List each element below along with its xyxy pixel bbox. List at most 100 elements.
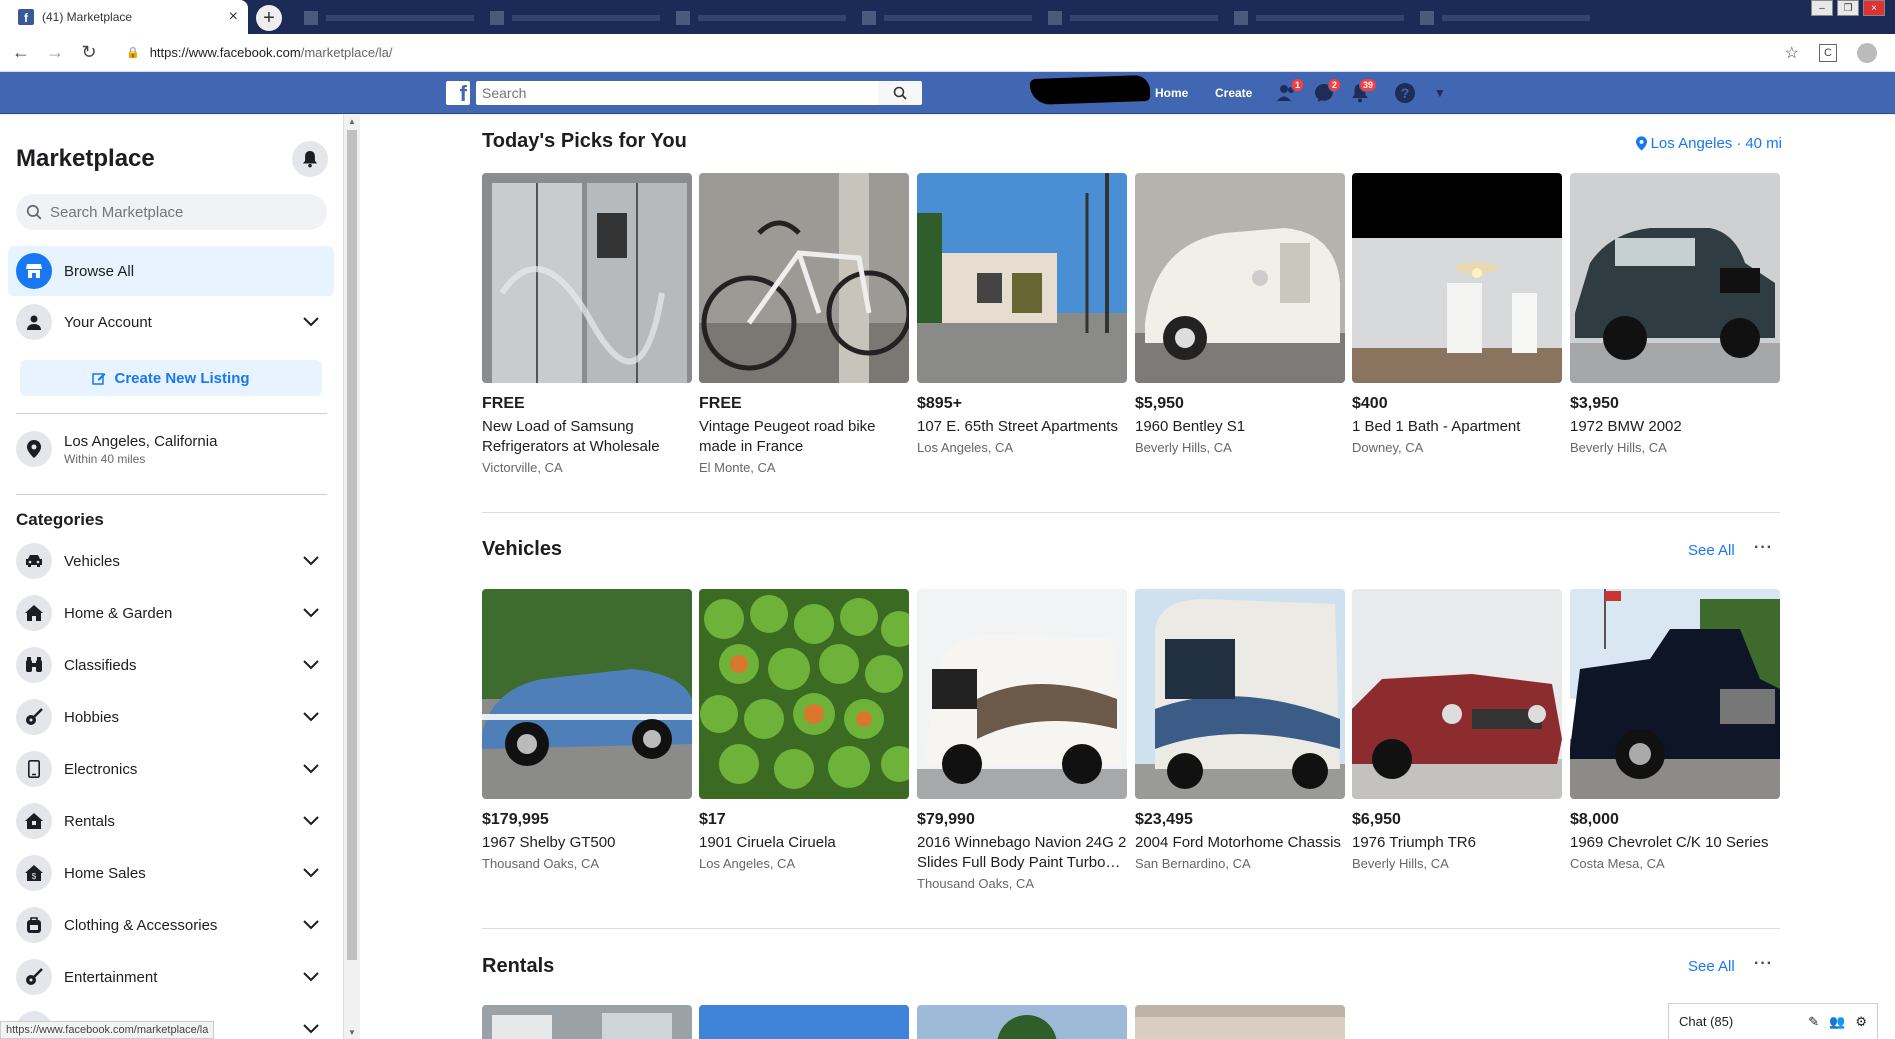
extension-icon[interactable]: C (1819, 43, 1837, 62)
listing-card[interactable] (482, 1005, 692, 1039)
account-menu-chevron-icon[interactable]: ▼ (1434, 86, 1446, 100)
sidebar-item-entertainment[interactable]: Entertainment (8, 952, 334, 1002)
listing-card[interactable] (699, 1005, 909, 1039)
listing-photo-winnebago[interactable] (917, 589, 1127, 799)
chevron-down-icon[interactable] (296, 608, 326, 618)
chevron-down-icon[interactable] (296, 660, 326, 670)
rentals-more-options-icon[interactable]: ··· (1754, 955, 1773, 973)
browser-tab[interactable] (482, 6, 668, 30)
home-link[interactable]: Home (1155, 86, 1188, 100)
sidebar-item-vehicles[interactable]: Vehicles (8, 536, 334, 586)
listing-photo-bmw[interactable] (1570, 173, 1780, 383)
location-selector[interactable]: Los Angeles, California Within 40 miles (16, 431, 217, 467)
sidebar-scrollbar-thumb[interactable] (347, 130, 357, 960)
bookmark-star-icon[interactable]: ☆ (1785, 43, 1799, 63)
listing-card[interactable]: $5,950 1960 Bentley S1 Beverly Hills, CA (1135, 173, 1345, 455)
sidebar-item-classifieds[interactable]: Classifieds (8, 640, 334, 690)
search-button[interactable] (878, 81, 922, 105)
browser-tab[interactable] (296, 6, 482, 30)
chevron-down-icon[interactable] (296, 764, 326, 774)
back-icon[interactable]: ← (8, 40, 34, 66)
listing-card[interactable]: $8,000 1969 Chevrolet C/K 10 Series Cost… (1570, 589, 1780, 871)
listing-card[interactable]: FREE Vintage Peugeot road bike made in F… (699, 173, 909, 475)
listing-card[interactable]: $17 1901 Ciruela Ciruela Los Angeles, CA (699, 589, 909, 871)
listing-card[interactable]: $179,995 1967 Shelby GT500 Thousand Oaks… (482, 589, 692, 871)
listing-photo-ciruela[interactable] (699, 589, 909, 799)
new-tab-button[interactable]: + (256, 5, 282, 31)
scroll-up-arrow-icon[interactable]: ▲ (348, 117, 356, 126)
feed-location-link[interactable]: Los Angeles · 40 mi (1635, 135, 1782, 152)
marketplace-notifications-button[interactable] (292, 141, 328, 177)
listing-card[interactable]: $23,495 2004 Ford Motorhome Chassis San … (1135, 589, 1345, 871)
listing-photo-rental[interactable] (917, 1005, 1127, 1039)
gear-icon[interactable]: ⚙ (1855, 1014, 1867, 1030)
listing-photo-chevrolet[interactable] (1570, 589, 1780, 799)
listing-photo-motorhome[interactable] (1135, 589, 1345, 799)
group-icon[interactable]: 👥 (1829, 1014, 1845, 1030)
sidebar-item-clothing-accessories[interactable]: Clothing & Accessories (8, 900, 334, 950)
chevron-down-icon[interactable] (296, 972, 326, 982)
listing-photo-triumph[interactable] (1352, 589, 1562, 799)
chevron-down-icon[interactable] (296, 556, 326, 566)
chevron-down-icon[interactable] (296, 317, 326, 327)
forward-icon[interactable]: → (42, 40, 68, 66)
browser-tab[interactable] (668, 6, 854, 30)
profile-avatar-icon[interactable] (1857, 42, 1877, 63)
vehicles-more-options-icon[interactable]: ··· (1754, 539, 1773, 557)
facebook-search-input[interactable] (476, 81, 878, 105)
listing-card[interactable] (917, 1005, 1127, 1039)
scroll-down-arrow-icon[interactable]: ▼ (348, 1028, 356, 1037)
listing-photo-rental[interactable] (482, 1005, 692, 1039)
chevron-down-icon[interactable] (296, 920, 326, 930)
marketplace-search-input[interactable] (50, 203, 310, 221)
browser-tab[interactable] (1040, 6, 1226, 30)
sidebar-item-rentals[interactable]: Rentals (8, 796, 334, 846)
listing-card[interactable]: $79,990 2016 Winnebago Navion 24G 2 Slid… (917, 589, 1127, 891)
browser-tab[interactable] (1226, 6, 1412, 30)
marketplace-search-box[interactable] (16, 194, 327, 230)
chevron-down-icon[interactable] (296, 1024, 326, 1034)
listing-photo-apartments[interactable] (917, 173, 1127, 383)
sidebar-item-home-sales[interactable]: $ Home Sales (8, 848, 334, 898)
listing-photo-apartment-room[interactable] (1352, 173, 1562, 383)
new-message-icon[interactable]: ✎ (1808, 1014, 1819, 1030)
listing-card[interactable]: $400 1 Bed 1 Bath - Apartment Downey, CA (1352, 173, 1562, 455)
facebook-logo-icon[interactable]: f (446, 81, 470, 105)
reload-icon[interactable]: ↻ (76, 40, 102, 66)
messenger-icon[interactable]: 2 (1313, 78, 1341, 104)
listing-card[interactable] (1135, 1005, 1345, 1039)
listing-card[interactable]: $895+ 107 E. 65th Street Apartments Los … (917, 173, 1127, 455)
listing-photo-shelby[interactable] (482, 589, 692, 799)
listing-photo-rental[interactable] (699, 1005, 909, 1039)
create-link[interactable]: Create (1215, 86, 1252, 100)
close-tab-icon[interactable]: × (229, 8, 238, 26)
listing-photo-bike[interactable] (699, 173, 909, 383)
listing-photo-rental[interactable] (1135, 1005, 1345, 1039)
close-window-icon[interactable]: × (1863, 0, 1885, 16)
help-icon[interactable]: ? (1395, 83, 1415, 103)
listing-card[interactable]: $3,950 1972 BMW 2002 Beverly Hills, CA (1570, 173, 1780, 455)
friend-requests-icon[interactable]: 1 (1276, 78, 1304, 104)
browser-tab[interactable] (1412, 6, 1598, 30)
restore-icon[interactable]: ❐ (1837, 0, 1859, 16)
vehicles-see-all-link[interactable]: See All (1688, 542, 1735, 559)
sidebar-item-hobbies[interactable]: Hobbies (8, 692, 334, 742)
chevron-down-icon[interactable] (296, 868, 326, 878)
browser-tab[interactable] (854, 6, 1040, 30)
listing-photo-refrigerators[interactable] (482, 173, 692, 383)
sidebar-item-your-account[interactable]: Your Account (8, 297, 334, 347)
sidebar-item-home-garden[interactable]: Home & Garden (8, 588, 334, 638)
chevron-down-icon[interactable] (296, 712, 326, 722)
sidebar-item-browse-all[interactable]: Browse All (8, 246, 334, 296)
listing-card[interactable]: FREE New Load of Samsung Refrigerators a… (482, 173, 692, 475)
minimize-icon[interactable]: – (1811, 0, 1833, 16)
url-field[interactable]: 🔒 https://www.facebook.com/marketplace/l… (126, 45, 1785, 60)
create-new-listing-button[interactable]: Create New Listing (20, 360, 322, 396)
sidebar-item-electronics[interactable]: Electronics (8, 744, 334, 794)
notifications-bell-icon[interactable]: 39 (1349, 78, 1377, 104)
rentals-see-all-link[interactable]: See All (1688, 958, 1735, 975)
browser-tab-active[interactable]: f (41) Marketplace × (0, 0, 248, 34)
chat-dock[interactable]: Chat (85) ✎ 👥 ⚙ (1668, 1003, 1878, 1039)
chevron-down-icon[interactable] (296, 816, 326, 826)
listing-card[interactable]: $6,950 1976 Triumph TR6 Beverly Hills, C… (1352, 589, 1562, 871)
